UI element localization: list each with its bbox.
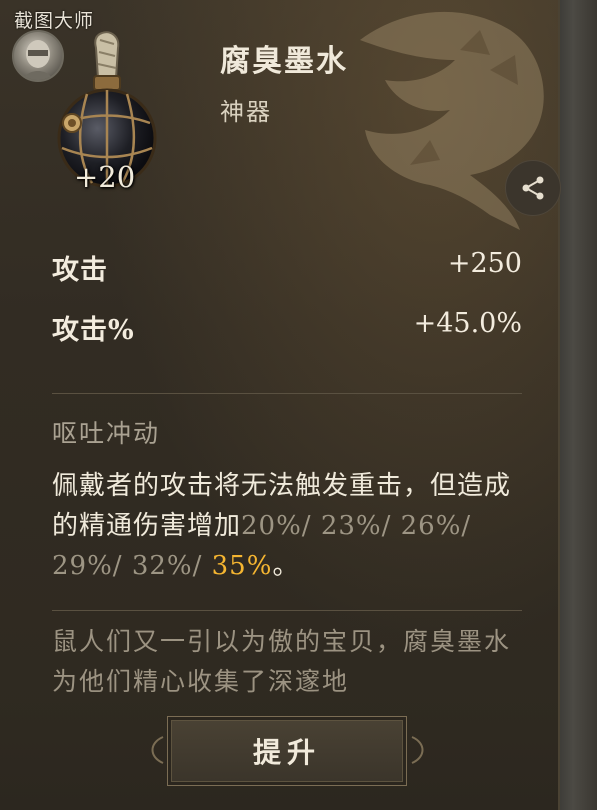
stat-value: +250 xyxy=(447,248,522,279)
item-rarity: 神器 xyxy=(220,98,272,126)
stat-label: 攻击 xyxy=(52,255,108,286)
passive-tier-current: 35% xyxy=(211,551,273,581)
ornament-left-icon xyxy=(151,736,164,764)
ornament-right-icon xyxy=(411,736,424,764)
share-button[interactable] xyxy=(505,160,561,216)
passive-description: 佩戴者的攻击将无法触发重击，但造成的精通伤害增加20%/ 23%/ 26%/ 2… xyxy=(52,466,522,586)
divider xyxy=(52,610,522,611)
item-detail-panel: 截图大师 +20 腐臭墨水 神器 攻击 +250 攻击% +45.0% 呕吐冲动… xyxy=(0,0,561,810)
stat-row-attack: 攻击 +250 xyxy=(52,248,522,287)
passive-desc-end: 。 xyxy=(272,551,300,581)
divider xyxy=(52,393,522,394)
passive-name: 呕吐冲动 xyxy=(52,419,161,448)
stat-label: 攻击% xyxy=(52,315,135,346)
item-name: 腐臭墨水 xyxy=(220,44,348,79)
background-strip xyxy=(557,0,597,810)
stat-row-attack-percent: 攻击% +45.0% xyxy=(52,308,522,347)
stat-value: +45.0% xyxy=(413,308,522,339)
upgrade-button[interactable]: 提升 xyxy=(167,716,407,786)
share-icon xyxy=(522,176,544,200)
item-level: +20 xyxy=(74,160,136,194)
